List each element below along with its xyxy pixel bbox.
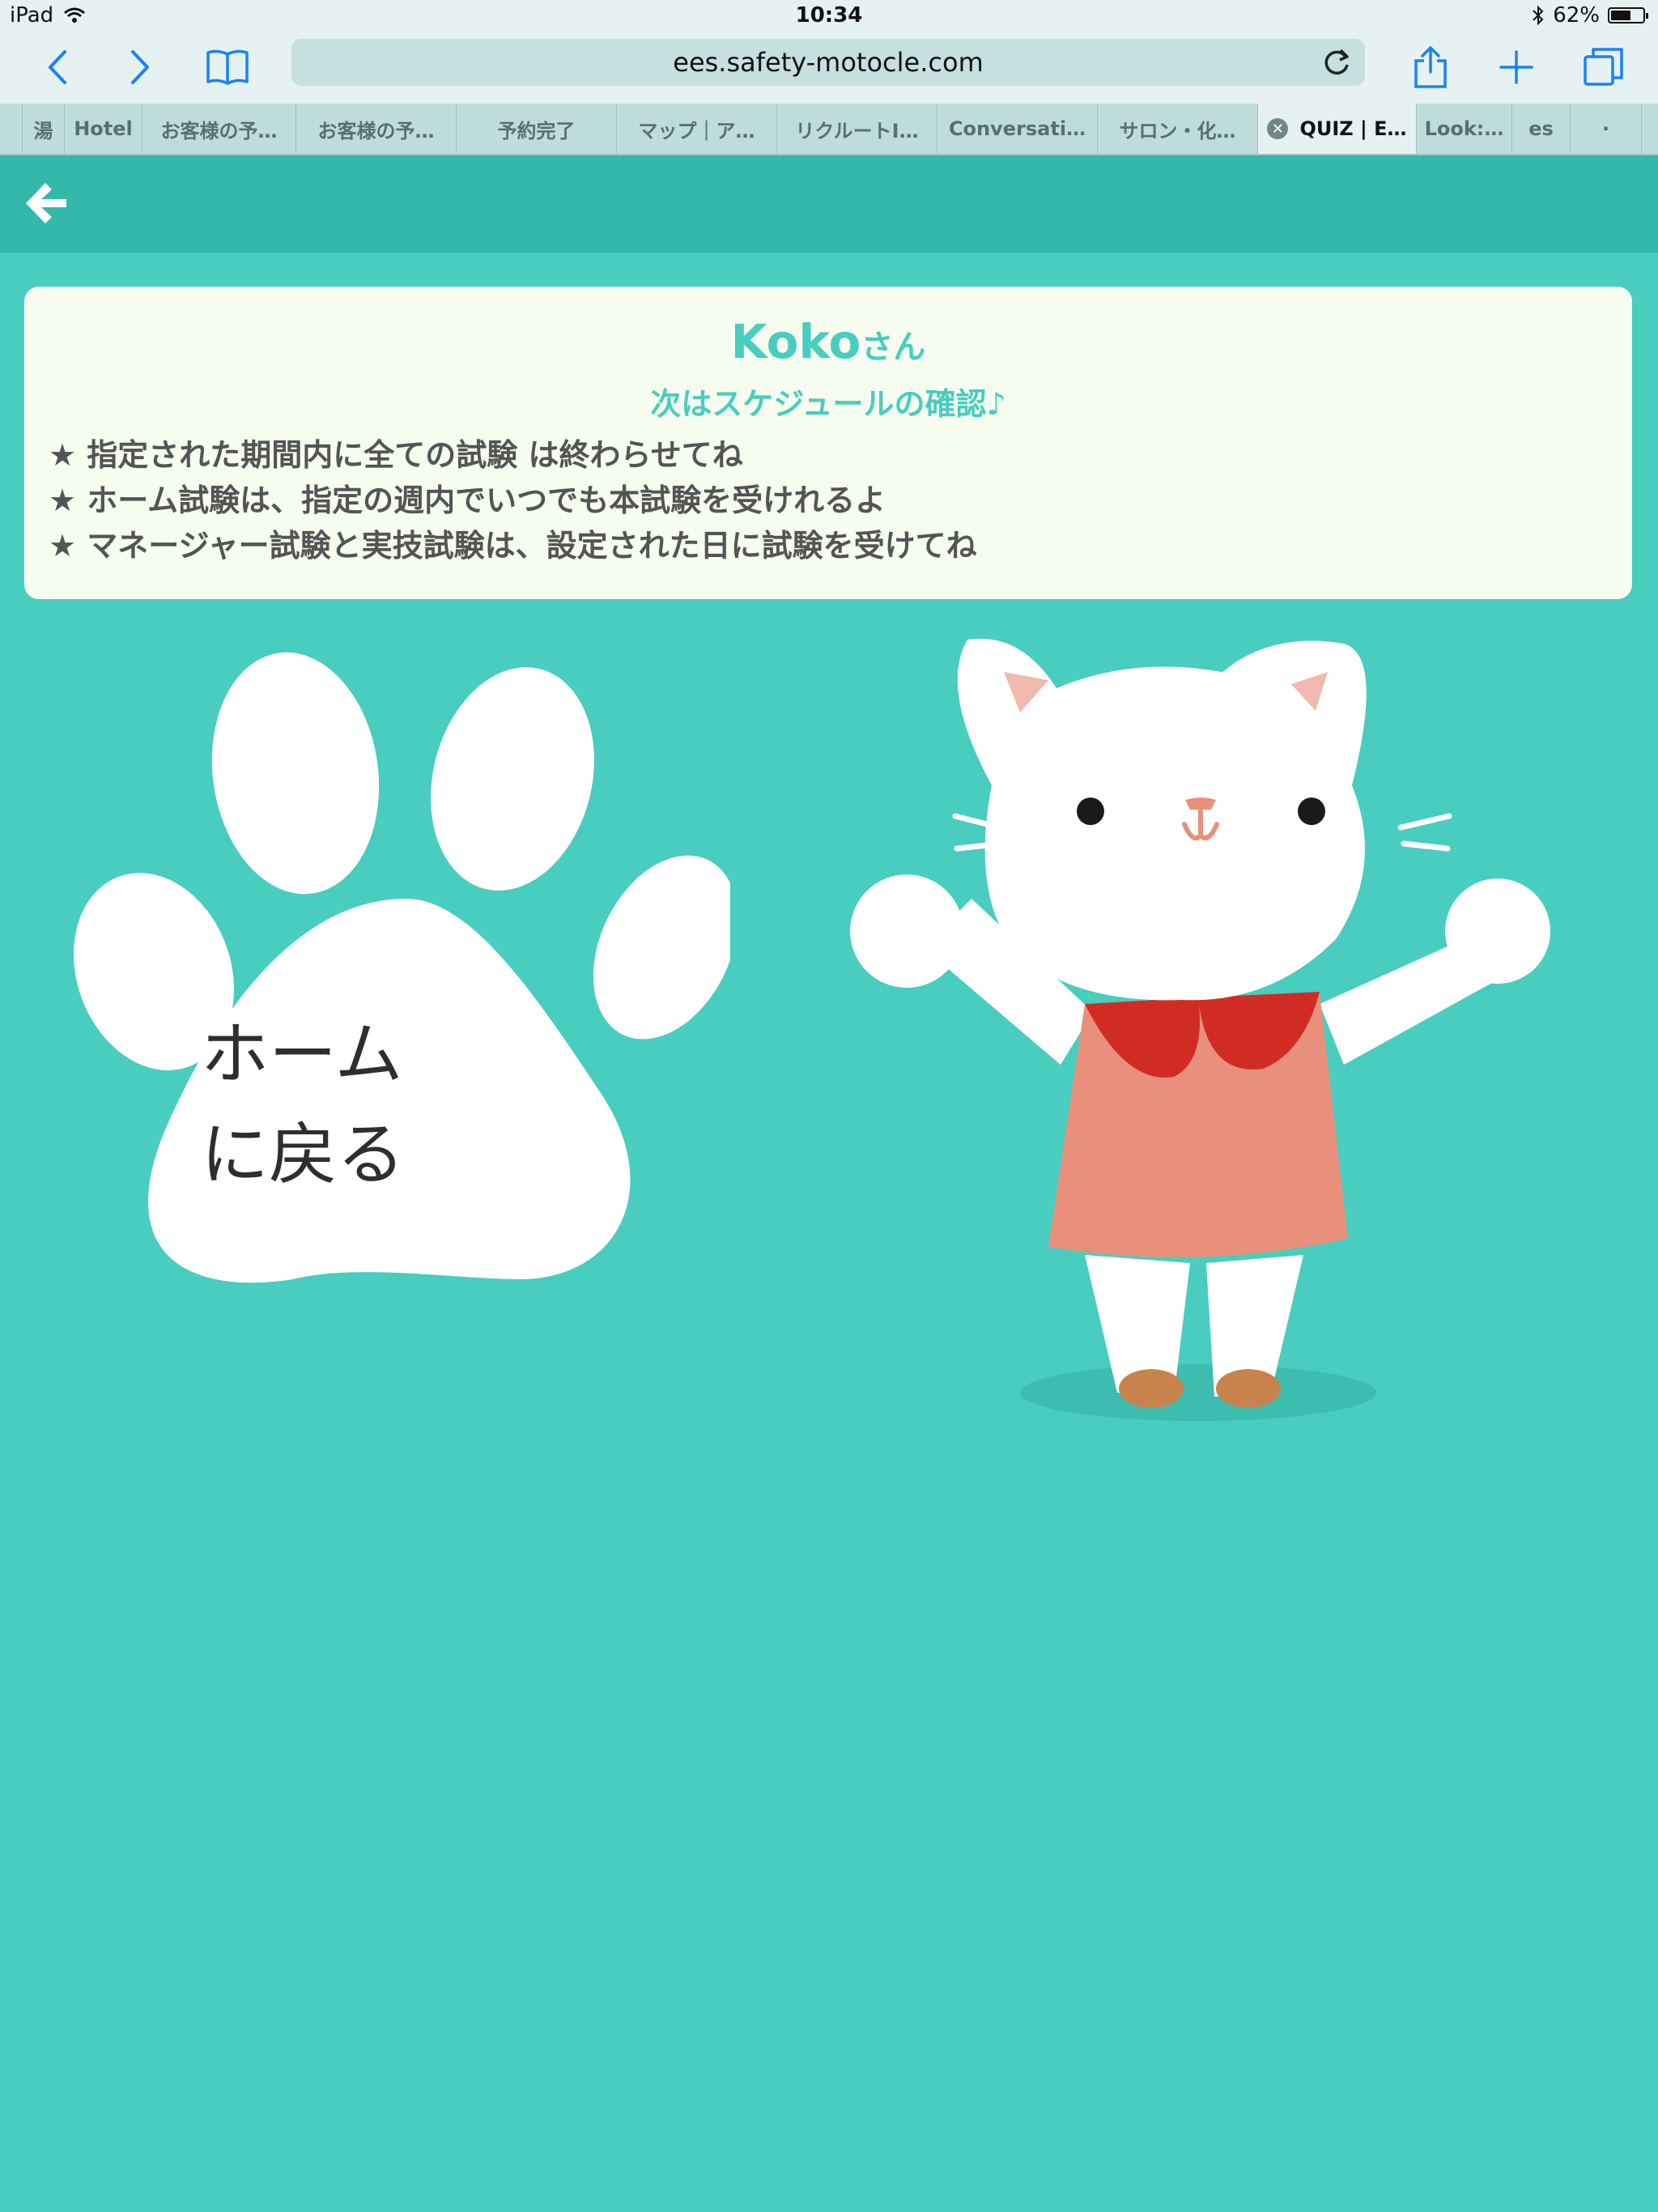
tab[interactable]: · — [1571, 104, 1642, 154]
cat-mascot — [850, 638, 1550, 1421]
tab[interactable]: リクルートI… — [777, 104, 937, 154]
back-arrow-icon[interactable] — [21, 178, 71, 228]
tabs-overview-button[interactable] — [1575, 39, 1632, 96]
tab[interactable]: Hotel — [65, 104, 142, 154]
tab[interactable]: Conversati… — [937, 104, 1098, 154]
rule-item: ★ マネージャー試験と実技試験は、設定された日に試験を受けてね — [49, 528, 977, 564]
tab-label: サロン・化… — [1119, 119, 1236, 143]
battery-icon — [1608, 7, 1648, 23]
rule-item: ★ 指定された期間内に全ての試験 は終わらせてね — [49, 437, 743, 473]
home-button-label[interactable]: ホーム に戻る — [201, 1004, 622, 1205]
cat-paw — [850, 874, 963, 988]
chevron-left-icon — [49, 50, 66, 84]
chevron-right-icon — [131, 50, 149, 84]
tabs-icon — [1584, 48, 1623, 86]
battery-percent: 62% — [1553, 3, 1600, 28]
status-time: 10:34 — [795, 3, 863, 28]
cat-paw — [1445, 878, 1550, 984]
browser-toolbar: ees.safety-motocle.com — [0, 32, 1658, 104]
tab-strip: 湯 Hotel お客様の予… お客様の予… 予約完了 マップ｜ア… リクルートI… — [0, 104, 1658, 155]
rules-list: ★ 指定された期間内に全ての試験 は終わらせてね ★ ホーム試験は、指定の週内で… — [49, 432, 977, 568]
cat-eye — [1077, 798, 1104, 825]
tab-label: QUIZ | E… — [1299, 117, 1407, 140]
paw-toe — [431, 667, 594, 891]
tab[interactable]: 予約完了 — [457, 104, 617, 154]
bookmarks-button[interactable] — [199, 39, 256, 96]
forward-button[interactable] — [112, 39, 168, 96]
tab[interactable]: es — [1512, 104, 1571, 154]
tab-label: 予約完了 — [497, 119, 576, 143]
user-name: Koko — [730, 314, 861, 369]
tab-label: 湯 — [33, 119, 53, 143]
tab[interactable]: 湯 — [23, 104, 65, 154]
status-bar: iPad 10:34 62% — [0, 0, 1658, 32]
share-icon — [1414, 46, 1447, 88]
tab[interactable]: Look:… — [1417, 104, 1512, 154]
cat-nose — [1185, 798, 1216, 810]
tab-label: お客様の予… — [160, 119, 278, 143]
share-button[interactable] — [1402, 39, 1459, 96]
tab-label: マップ｜ア… — [638, 119, 755, 143]
greeting: Kokoさん — [24, 314, 1632, 369]
tab-active[interactable]: ✕ QUIZ | E… — [1258, 104, 1417, 154]
tab-label: Conversati… — [948, 117, 1086, 140]
tab[interactable]: サロン・化… — [1098, 104, 1258, 154]
tab[interactable] — [0, 104, 23, 154]
bluetooth-icon — [1533, 5, 1544, 26]
page-header — [0, 155, 1658, 253]
tab-label: Hotel — [74, 117, 133, 140]
home-button-line: ホーム — [201, 1015, 403, 1094]
new-tab-button[interactable] — [1488, 39, 1545, 96]
tab-label: リクルートI… — [795, 119, 919, 143]
tab-label: · — [1601, 117, 1610, 140]
reload-icon[interactable] — [1320, 45, 1354, 79]
tab-label: es — [1528, 117, 1554, 140]
cat-eye — [1298, 798, 1325, 825]
card-subtitle: 次はスケジュールの確認♪ — [650, 386, 1006, 422]
tab[interactable]: お客様の予… — [142, 104, 296, 154]
tab[interactable]: マップ｜ア… — [617, 104, 777, 154]
plus-icon — [1499, 50, 1533, 84]
close-tab-icon[interactable]: ✕ — [1267, 118, 1289, 139]
back-button[interactable] — [29, 39, 86, 96]
home-button-line: に戻る — [201, 1115, 406, 1194]
paw-toe — [211, 652, 380, 895]
honorific: さん — [861, 329, 926, 366]
book-icon — [206, 49, 249, 85]
cat-foot — [1216, 1369, 1281, 1408]
cat-shadow — [1020, 1364, 1376, 1421]
url-text: ees.safety-motocle.com — [673, 47, 984, 78]
cat-foot — [1119, 1369, 1184, 1408]
address-bar[interactable]: ees.safety-motocle.com — [291, 39, 1365, 86]
tab[interactable]: お客様の予… — [296, 104, 457, 154]
battery-fill — [1611, 11, 1630, 20]
rule-item: ★ ホーム試験は、指定の週内でいつでも本試験を受けれるよ — [49, 483, 886, 518]
tab-label: お客様の予… — [317, 119, 435, 143]
message-card: Kokoさん 次はスケジュールの確認♪ ★ 指定された期間内に全ての試験 は終わ… — [24, 287, 1632, 599]
tab-label: Look:… — [1424, 117, 1504, 140]
